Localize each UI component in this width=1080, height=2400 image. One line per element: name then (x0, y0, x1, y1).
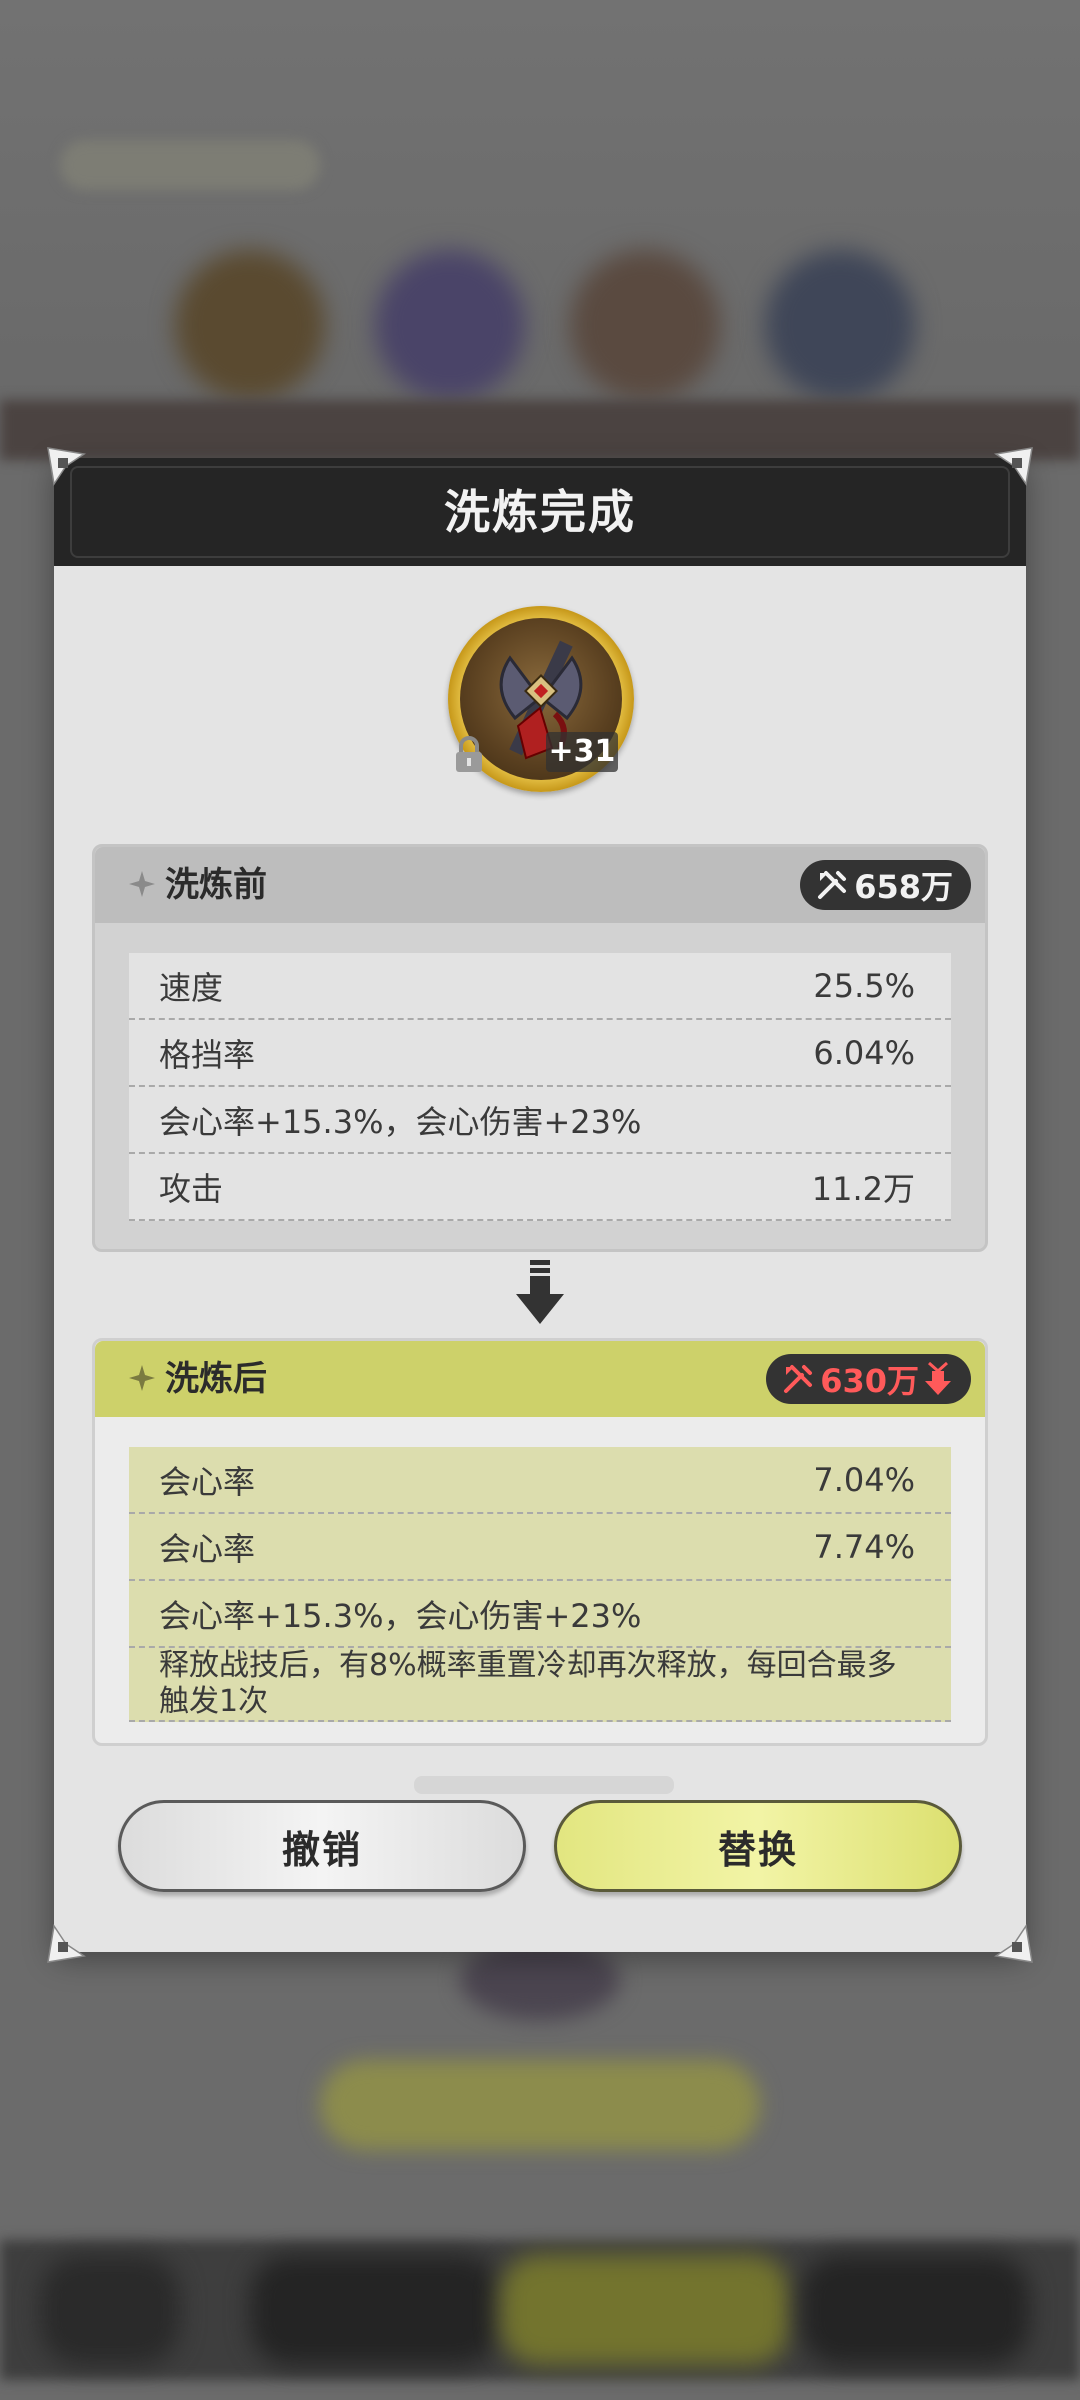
power-badge: 630万 (766, 1354, 971, 1404)
stat-row: 格挡率 6.04% (129, 1020, 951, 1087)
stat-name: 攻击 (159, 1169, 224, 1208)
stat-name: 会心率+15.3%，会心伤害+23% (159, 1102, 642, 1141)
background-button-blur (320, 2060, 760, 2150)
stat-row: 攻击 11.2万 (129, 1154, 951, 1221)
replace-button-label: 替换 (717, 1827, 798, 1872)
stat-row: 会心率 7.74% (129, 1514, 951, 1581)
power-value: 630万 (820, 1362, 919, 1400)
background-bottom-blob (40, 2255, 180, 2365)
cancel-button-label: 撤销 (281, 1827, 362, 1872)
background-top (0, 0, 1080, 460)
power-icon (818, 871, 847, 899)
power-badge: 658万 (800, 860, 971, 910)
background-avatar (570, 250, 720, 400)
divider (414, 1776, 674, 1794)
stat-list: 会心率 7.04% 会心率 7.74% 会心率+15.3%，会心伤害+23% 释… (129, 1447, 951, 1722)
background-avatar (175, 250, 325, 400)
cancel-button[interactable]: 撤销 (118, 1800, 526, 1892)
refine-result-dialog: 洗炼完成 +31 洗炼前 658万 速度 25.5% 格挡率 6.04% 会心率… (47, 447, 1033, 1963)
background-avatar (765, 250, 915, 400)
sparkle-icon (129, 1365, 155, 1391)
stat-list: 速度 25.5% 格挡率 6.04% 会心率+15.3%，会心伤害+23% 攻击… (129, 953, 951, 1221)
stat-name: 格挡率 (159, 1035, 256, 1074)
stat-row: 释放战技后，有8%概率重置冷却再次释放，每回合最多触发1次 (129, 1648, 951, 1722)
background-bottom-blob (250, 2255, 500, 2365)
stat-row: 会心率+15.3%，会心伤害+23% (129, 1581, 951, 1648)
stat-value: 25.5% (813, 966, 915, 1005)
equipment-item[interactable]: +31 (448, 606, 634, 792)
stat-name: 释放战技后，有8%概率重置冷却再次释放，每回合最多触发1次 (159, 1648, 897, 1719)
arrow-down-icon (516, 1260, 564, 1324)
dialog-title: 洗炼完成 (444, 485, 636, 539)
panel-header: 洗炼后 630万 (95, 1341, 985, 1417)
stat-row: 会心率 7.04% (129, 1447, 951, 1514)
power-value: 658万 (854, 868, 953, 906)
power-down-icon (925, 1361, 951, 1395)
background-title-blur (60, 140, 320, 190)
sparkle-icon (129, 871, 155, 897)
corner-ornament-icon (992, 444, 1036, 488)
power-icon (784, 1365, 813, 1393)
corner-ornament-icon (992, 1922, 1036, 1966)
stat-name: 速度 (159, 968, 224, 1007)
background-avatar (375, 250, 525, 400)
stat-name: 会心率 (159, 1462, 256, 1501)
stats-after-panel: 洗炼后 630万 会心率 7.04% 会心率 7.74% 会心率+15.3%，会… (92, 1338, 988, 1746)
background-bottom-blob (800, 2255, 1030, 2365)
corner-ornament-icon (44, 1922, 88, 1966)
lock-icon (452, 736, 486, 774)
panel-header: 洗炼前 658万 (95, 847, 985, 923)
stat-value: 7.04% (813, 1460, 915, 1499)
stat-name: 会心率 (159, 1529, 256, 1568)
stat-value: 11.2万 (811, 1169, 915, 1208)
stat-value: 6.04% (813, 1033, 915, 1072)
item-level-badge: +31 (546, 732, 618, 772)
dialog-header: 洗炼完成 (54, 458, 1026, 566)
background-band (0, 400, 1080, 460)
stat-name: 会心率+15.3%，会心伤害+23% (159, 1596, 642, 1635)
replace-button[interactable]: 替换 (554, 1800, 962, 1892)
stat-value: 7.74% (813, 1527, 915, 1566)
stats-before-panel: 洗炼前 658万 速度 25.5% 格挡率 6.04% 会心率+15.3%，会心… (92, 844, 988, 1252)
background-shadow (460, 1940, 620, 2020)
panel-title: 洗炼后 (165, 1359, 267, 1399)
panel-title: 洗炼前 (165, 865, 267, 905)
background-bottom-blob (500, 2255, 790, 2365)
stat-row: 速度 25.5% (129, 953, 951, 1020)
corner-ornament-icon (44, 444, 88, 488)
stat-row: 会心率+15.3%，会心伤害+23% (129, 1087, 951, 1154)
